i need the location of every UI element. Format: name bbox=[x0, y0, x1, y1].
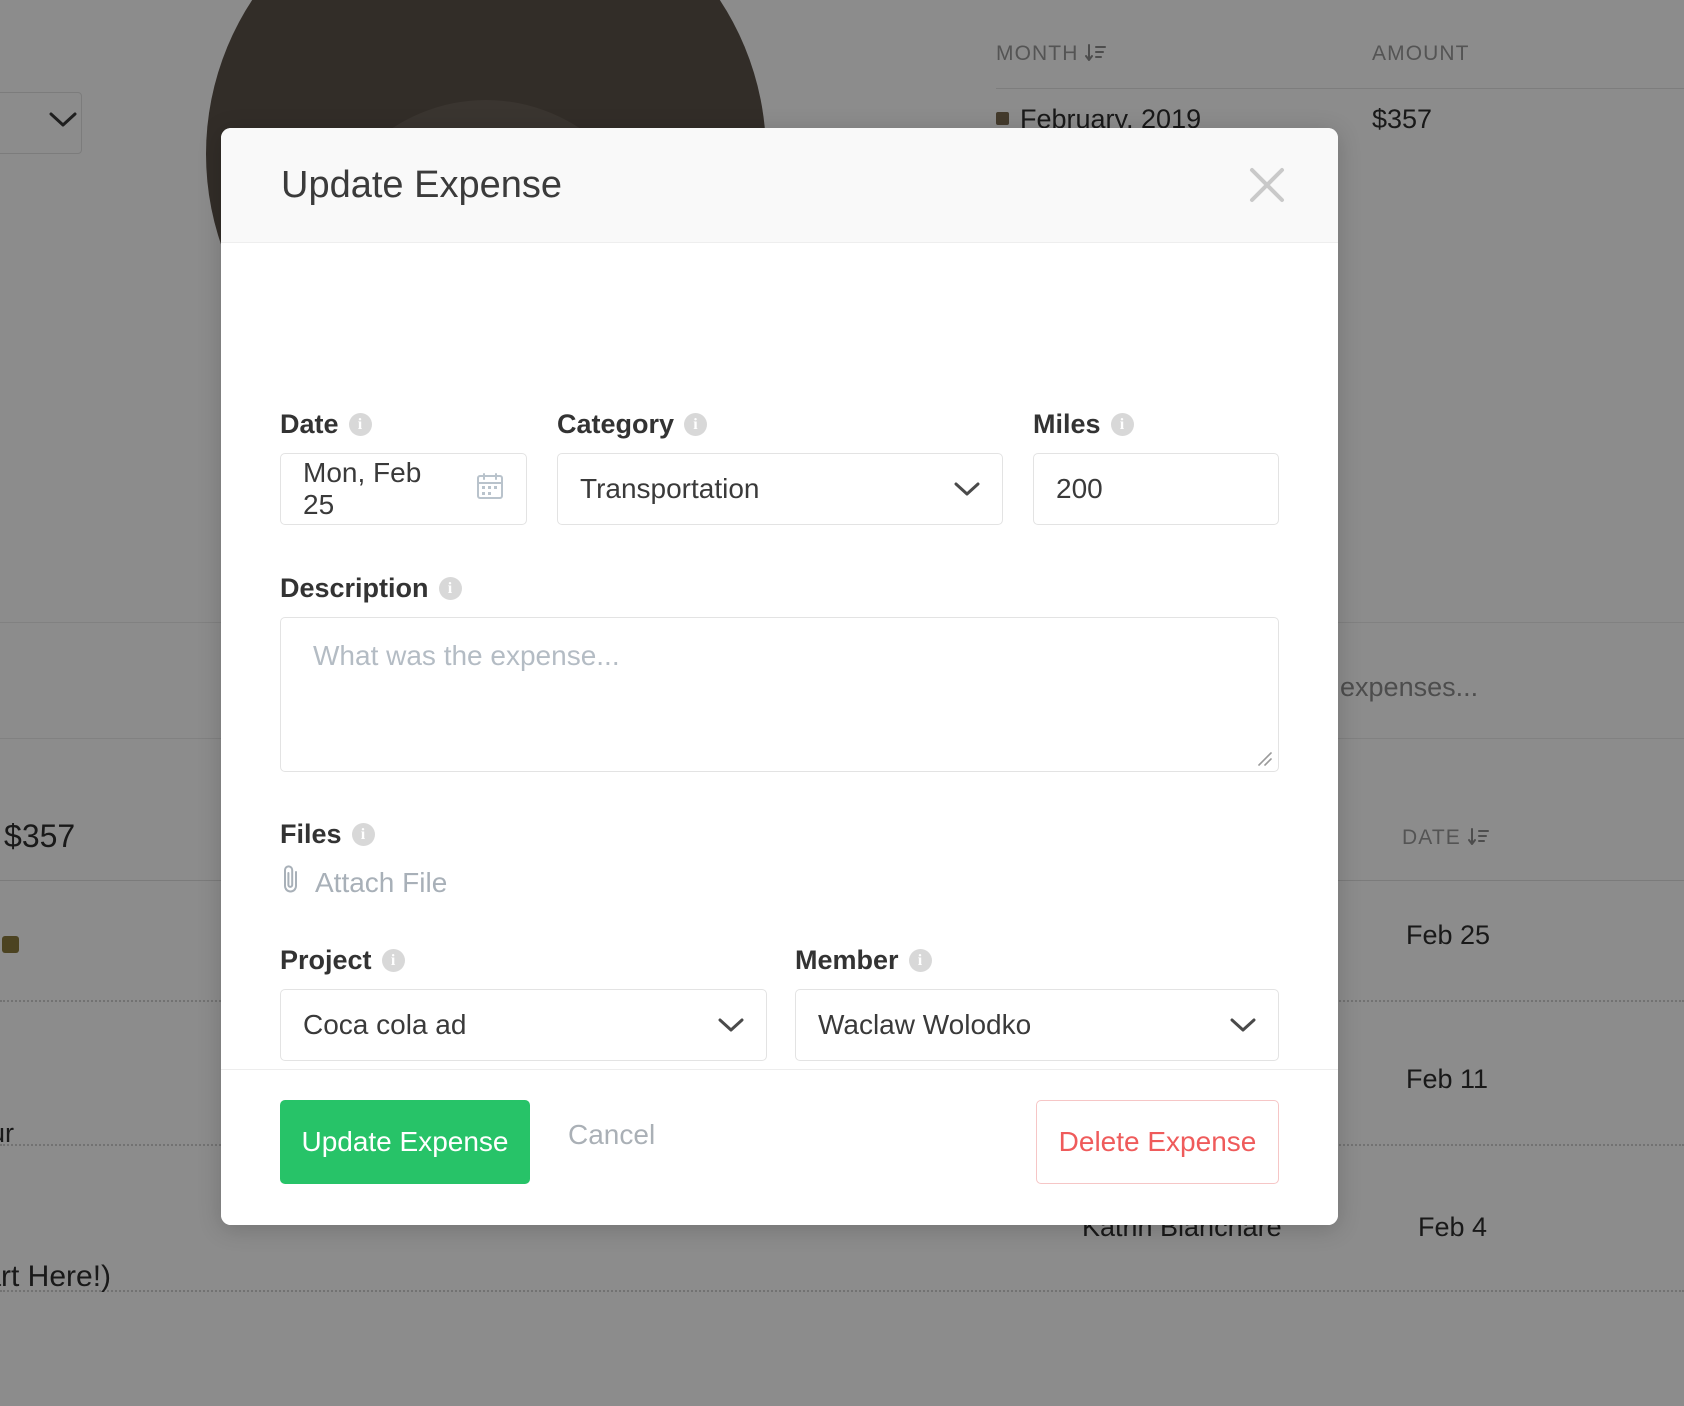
miles-value: 200 bbox=[1056, 473, 1103, 505]
project-label-row: Project i bbox=[280, 945, 767, 976]
member-value: Waclaw Wolodko bbox=[818, 1009, 1031, 1041]
form-row-primary: Date i Mon, Feb 25 bbox=[280, 409, 1279, 525]
info-icon[interactable]: i bbox=[349, 413, 372, 436]
date-field-group: Date i Mon, Feb 25 bbox=[280, 409, 527, 525]
info-icon[interactable]: i bbox=[439, 577, 462, 600]
miles-label: Miles bbox=[1033, 409, 1101, 440]
calendar-icon bbox=[476, 472, 504, 507]
category-label-row: Category i bbox=[557, 409, 1003, 440]
date-input[interactable]: Mon, Feb 25 bbox=[280, 453, 527, 525]
category-select[interactable]: Transportation bbox=[557, 453, 1003, 525]
category-label: Category bbox=[557, 409, 674, 440]
description-label: Description bbox=[280, 573, 429, 604]
cancel-button[interactable]: Cancel bbox=[562, 1118, 661, 1152]
chevron-down-icon bbox=[718, 1017, 744, 1033]
info-icon[interactable]: i bbox=[382, 949, 405, 972]
files-field-group: Files i Attach File bbox=[280, 819, 1279, 902]
paperclip-icon bbox=[280, 863, 302, 902]
files-label-row: Files i bbox=[280, 819, 1279, 850]
modal-footer: Update Expense Cancel Delete Expense bbox=[221, 1069, 1338, 1225]
form-row-assignment: Project i Coca cola ad Member i Waclaw W… bbox=[280, 945, 1279, 1061]
miles-input[interactable]: 200 bbox=[1033, 453, 1279, 525]
member-label-row: Member i bbox=[795, 945, 1279, 976]
chevron-down-icon bbox=[1230, 1017, 1256, 1033]
close-icon[interactable] bbox=[1246, 164, 1288, 206]
attach-file-button[interactable]: Attach File bbox=[280, 863, 1279, 902]
modal-body: Date i Mon, Feb 25 bbox=[221, 243, 1338, 1183]
info-icon[interactable]: i bbox=[909, 949, 932, 972]
project-value: Coca cola ad bbox=[303, 1009, 466, 1041]
info-icon[interactable]: i bbox=[352, 823, 375, 846]
project-label: Project bbox=[280, 945, 372, 976]
chevron-down-icon bbox=[954, 481, 980, 497]
member-select[interactable]: Waclaw Wolodko bbox=[795, 989, 1279, 1061]
miles-field-group: Miles i 200 bbox=[1033, 409, 1279, 525]
info-icon[interactable]: i bbox=[684, 413, 707, 436]
member-label: Member bbox=[795, 945, 899, 976]
description-label-row: Description i bbox=[280, 573, 1279, 604]
description-placeholder: What was the expense... bbox=[313, 640, 620, 672]
resize-handle-icon[interactable] bbox=[1254, 748, 1272, 766]
files-label: Files bbox=[280, 819, 342, 850]
delete-expense-button[interactable]: Delete Expense bbox=[1036, 1100, 1279, 1184]
date-value: Mon, Feb 25 bbox=[303, 457, 458, 521]
page-title: Update Expense bbox=[281, 164, 562, 207]
project-field-group: Project i Coca cola ad bbox=[280, 945, 767, 1061]
member-field-group: Member i Waclaw Wolodko bbox=[795, 945, 1279, 1061]
description-field-group: Description i What was the expense... bbox=[280, 573, 1279, 772]
attach-file-label: Attach File bbox=[315, 867, 447, 899]
date-label: Date bbox=[280, 409, 339, 440]
update-expense-modal: Update Expense Date i Mon, Feb 25 bbox=[221, 128, 1338, 1225]
update-expense-button[interactable]: Update Expense bbox=[280, 1100, 530, 1184]
category-value: Transportation bbox=[580, 473, 760, 505]
date-label-row: Date i bbox=[280, 409, 527, 440]
category-field-group: Category i Transportation bbox=[557, 409, 1003, 525]
modal-header: Update Expense bbox=[221, 128, 1338, 243]
info-icon[interactable]: i bbox=[1111, 413, 1134, 436]
project-select[interactable]: Coca cola ad bbox=[280, 989, 767, 1061]
miles-label-row: Miles i bbox=[1033, 409, 1279, 440]
description-textarea[interactable]: What was the expense... bbox=[280, 617, 1279, 772]
